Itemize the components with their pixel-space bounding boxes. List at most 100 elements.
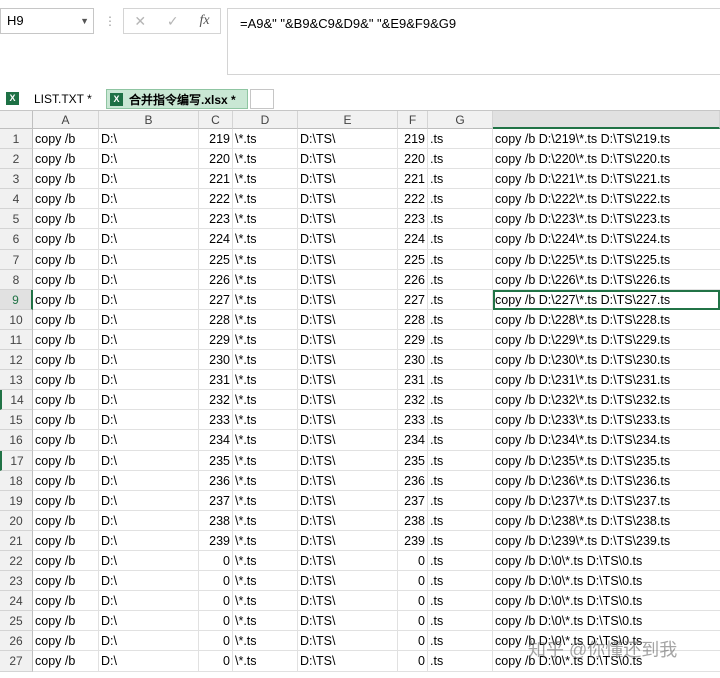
- row-header[interactable]: 25: [0, 611, 33, 632]
- cell-a[interactable]: copy /b: [33, 651, 99, 672]
- cell-c[interactable]: 239: [199, 530, 233, 551]
- cell-c[interactable]: 224: [199, 229, 233, 250]
- row-header[interactable]: 4: [0, 189, 33, 210]
- row-header[interactable]: 20: [0, 510, 33, 531]
- cell-e[interactable]: D:\TS\: [298, 350, 398, 371]
- cell-h[interactable]: copy /b D:\221\*.ts D:\TS\221.ts: [493, 169, 720, 190]
- cell-c[interactable]: 233: [199, 410, 233, 431]
- cell-e[interactable]: D:\TS\: [298, 229, 398, 250]
- cell-a[interactable]: copy /b: [33, 550, 99, 572]
- cell-f[interactable]: 233: [398, 410, 428, 431]
- cell-f[interactable]: 227: [398, 289, 428, 310]
- cell-e[interactable]: D:\TS\: [298, 410, 398, 431]
- cell-a[interactable]: copy /b: [33, 571, 99, 592]
- cell-e[interactable]: D:\TS\: [298, 490, 398, 511]
- cell-h[interactable]: copy /b D:\224\*.ts D:\TS\224.ts: [493, 229, 720, 250]
- cell-f[interactable]: 0: [398, 571, 428, 592]
- cancel-icon[interactable]: ✕: [134, 13, 146, 30]
- cell-f[interactable]: 235: [398, 450, 428, 471]
- cell-a[interactable]: copy /b: [33, 149, 99, 170]
- row-header[interactable]: 24: [0, 591, 33, 612]
- cell-c[interactable]: 225: [199, 249, 233, 270]
- cell-d[interactable]: \*.ts: [233, 229, 298, 250]
- cell-g[interactable]: .ts: [428, 329, 493, 351]
- cell-d[interactable]: \*.ts: [233, 530, 298, 551]
- cell-b[interactable]: D:\: [99, 530, 199, 551]
- cell-g[interactable]: .ts: [428, 149, 493, 170]
- tab-merge-workbook[interactable]: X 合并指令编写.xlsx *: [106, 89, 248, 109]
- row-header[interactable]: 1: [0, 129, 33, 150]
- cell-b[interactable]: D:\: [99, 450, 199, 471]
- cell-c[interactable]: 219: [199, 129, 233, 150]
- cell-c[interactable]: 220: [199, 149, 233, 170]
- cell-c[interactable]: 0: [199, 571, 233, 592]
- cell-b[interactable]: D:\: [99, 269, 199, 290]
- cell-g[interactable]: .ts: [428, 209, 493, 230]
- cell-b[interactable]: D:\: [99, 350, 199, 371]
- cell-c[interactable]: 222: [199, 189, 233, 210]
- column-header-f[interactable]: F: [398, 111, 428, 129]
- insert-function-icon[interactable]: fx: [199, 13, 209, 29]
- cell-f[interactable]: 220: [398, 149, 428, 170]
- cell-e[interactable]: D:\TS\: [298, 470, 398, 491]
- cell-f[interactable]: 219: [398, 129, 428, 150]
- cell-b[interactable]: D:\: [99, 370, 199, 391]
- cell-b[interactable]: D:\: [99, 631, 199, 652]
- cell-h[interactable]: copy /b D:\235\*.ts D:\TS\235.ts: [493, 451, 720, 471]
- cell-h[interactable]: copy /b D:\0\*.ts D:\TS\0.ts: [493, 571, 720, 592]
- cell-d[interactable]: \*.ts: [233, 430, 298, 451]
- column-header-b[interactable]: B: [99, 111, 199, 129]
- cell-h[interactable]: copy /b D:\225\*.ts D:\TS\225.ts: [493, 250, 720, 270]
- row-header[interactable]: 10: [0, 309, 33, 330]
- cell-d[interactable]: \*.ts: [233, 651, 298, 672]
- cell-d[interactable]: \*.ts: [233, 410, 298, 431]
- row-header[interactable]: 6: [0, 229, 33, 250]
- cell-a[interactable]: copy /b: [33, 329, 99, 351]
- row-header[interactable]: 2: [0, 149, 33, 170]
- row-header[interactable]: 27: [0, 651, 33, 672]
- cell-g[interactable]: .ts: [428, 309, 493, 330]
- row-header[interactable]: 22: [0, 550, 33, 572]
- cell-c[interactable]: 0: [199, 611, 233, 632]
- cell-e[interactable]: D:\TS\: [298, 510, 398, 531]
- cell-d[interactable]: \*.ts: [233, 269, 298, 290]
- cell-h[interactable]: copy /b D:\0\*.ts D:\TS\0.ts: [493, 651, 720, 672]
- cell-d[interactable]: \*.ts: [233, 550, 298, 572]
- cell-g[interactable]: .ts: [428, 490, 493, 511]
- cell-h[interactable]: copy /b D:\220\*.ts D:\TS\220.ts: [493, 149, 720, 170]
- cell-e[interactable]: D:\TS\: [298, 189, 398, 210]
- cell-h[interactable]: copy /b D:\237\*.ts D:\TS\237.ts: [493, 491, 720, 511]
- cell-f[interactable]: 231: [398, 370, 428, 391]
- cell-h[interactable]: copy /b D:\227\*.ts D:\TS\227.ts: [493, 289, 720, 310]
- cell-h[interactable]: copy /b D:\0\*.ts D:\TS\0.ts: [493, 631, 720, 652]
- cell-f[interactable]: 0: [398, 651, 428, 672]
- cell-b[interactable]: D:\: [99, 651, 199, 672]
- cell-b[interactable]: D:\: [99, 430, 199, 451]
- cell-d[interactable]: \*.ts: [233, 470, 298, 491]
- cell-h[interactable]: copy /b D:\0\*.ts D:\TS\0.ts: [493, 551, 720, 572]
- cell-c[interactable]: 0: [199, 651, 233, 672]
- cell-a[interactable]: copy /b: [33, 229, 99, 250]
- row-header[interactable]: 13: [0, 370, 33, 391]
- cell-b[interactable]: D:\: [99, 329, 199, 351]
- row-header[interactable]: 26: [0, 631, 33, 652]
- cell-g[interactable]: .ts: [428, 390, 493, 411]
- cell-h[interactable]: copy /b D:\0\*.ts D:\TS\0.ts: [493, 611, 720, 632]
- cell-f[interactable]: 0: [398, 591, 428, 612]
- cell-a[interactable]: copy /b: [33, 390, 99, 411]
- cell-d[interactable]: \*.ts: [233, 329, 298, 351]
- cell-c[interactable]: 228: [199, 309, 233, 330]
- cell-d[interactable]: \*.ts: [233, 169, 298, 190]
- cell-g[interactable]: .ts: [428, 129, 493, 150]
- cell-f[interactable]: 221: [398, 169, 428, 190]
- column-header-a[interactable]: A: [33, 111, 99, 129]
- cell-g[interactable]: .ts: [428, 450, 493, 471]
- cell-c[interactable]: 229: [199, 329, 233, 351]
- cell-c[interactable]: 235: [199, 450, 233, 471]
- column-header-e[interactable]: E: [298, 111, 398, 129]
- cell-h[interactable]: copy /b D:\222\*.ts D:\TS\222.ts: [493, 189, 720, 210]
- cell-d[interactable]: \*.ts: [233, 189, 298, 210]
- cell-h[interactable]: copy /b D:\239\*.ts D:\TS\239.ts: [493, 531, 720, 551]
- cell-c[interactable]: 232: [199, 390, 233, 411]
- cell-d[interactable]: \*.ts: [233, 591, 298, 612]
